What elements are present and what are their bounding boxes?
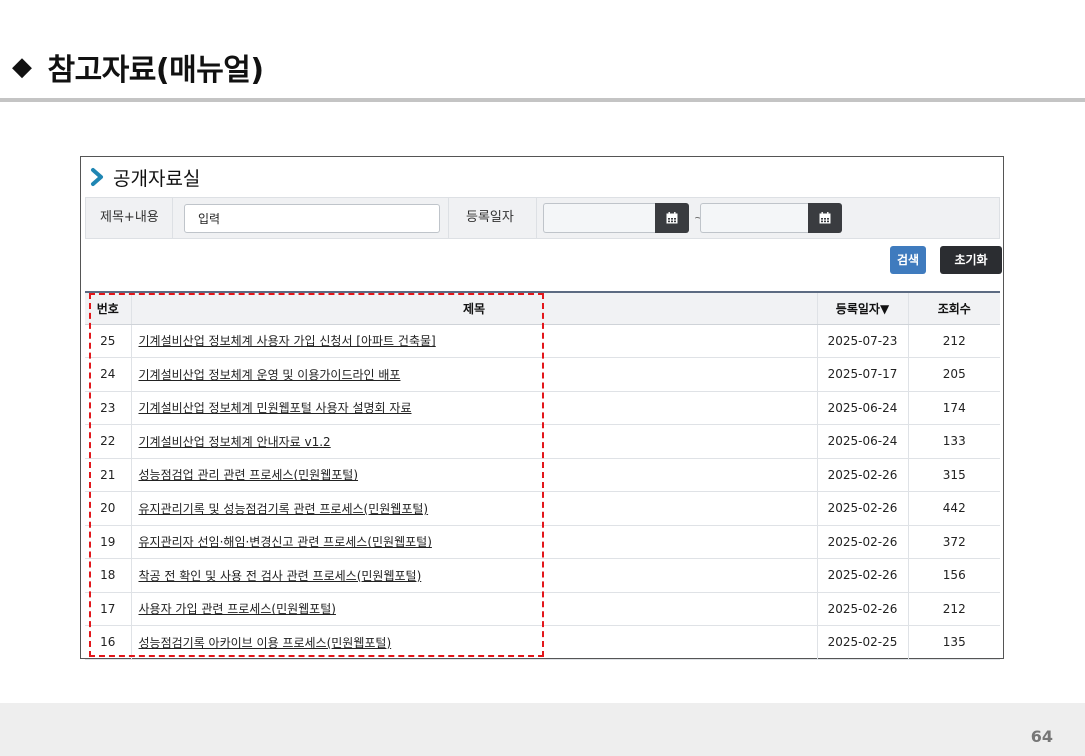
row-date: 2025-06-24 [817, 424, 909, 459]
diamond-marker: ◆ [12, 52, 32, 82]
row-views: 156 [908, 558, 1000, 593]
row-date: 2025-07-23 [817, 324, 909, 358]
table-row: 21 성능점검업 관리 관련 프로세스(민원웹포털) 2025-02-26 31… [85, 458, 1000, 492]
row-number: 18 [85, 558, 132, 593]
table-row: 19 유지관리자 선임·해임·변경신고 관련 프로세스(민원웹포털) 2025-… [85, 525, 1000, 559]
row-views: 205 [908, 357, 1000, 392]
slide-footer: 64 [0, 703, 1085, 756]
chevron-right-icon [91, 168, 103, 186]
table-row: 17 사용자 가입 관련 프로세스(민원웹포털) 2025-02-26 212 [85, 592, 1000, 626]
slide-title: ◆ 참고자료(매뉴얼) [12, 42, 264, 92]
row-number: 25 [85, 324, 132, 358]
row-title-link[interactable]: 성능점검기록 아카이브 이용 프로세스(민원웹포털) [139, 636, 392, 650]
table-row: 20 유지관리기록 및 성능점검기록 관련 프로세스(민원웹포털) 2025-0… [85, 491, 1000, 526]
table-row: 16 성능점검기록 아카이브 이용 프로세스(민원웹포털) 2025-02-25… [85, 625, 1000, 660]
row-number: 23 [85, 391, 132, 425]
reset-button[interactable]: 초기화 [940, 246, 1002, 274]
table-header-row: 번호 제목 등록일자▼ 조회수 [85, 293, 1000, 325]
row-title-link[interactable]: 유지관리기록 및 성능점검기록 관련 프로세스(민원웹포털) [139, 502, 429, 516]
row-date: 2025-02-26 [817, 458, 909, 492]
row-date: 2025-02-25 [817, 625, 909, 660]
row-date: 2025-02-26 [817, 491, 909, 526]
date-from-input[interactable] [543, 203, 655, 233]
row-number: 17 [85, 592, 132, 626]
date-to-calendar-button[interactable] [808, 203, 842, 233]
row-views: 372 [908, 525, 1000, 559]
row-number: 22 [85, 424, 132, 459]
page-number: 64 [1030, 727, 1053, 746]
row-date: 2025-02-26 [817, 558, 909, 593]
row-title-link[interactable]: 기계설비산업 정보체계 민원웹포털 사용자 설명회 자료 [139, 401, 412, 415]
row-title-link[interactable]: 기계설비산업 정보체계 운영 및 이용가이드라인 배포 [139, 368, 401, 382]
row-title-link[interactable]: 유지관리자 선임·해임·변경신고 관련 프로세스(민원웹포털) [139, 535, 432, 549]
row-title-link[interactable]: 기계설비산업 정보체계 안내자료 v1.2 [139, 435, 331, 449]
row-views: 174 [908, 391, 1000, 425]
panel-title: 공개자료실 [113, 167, 201, 190]
search-bar: 제목+내용 등록일자 ~ [85, 197, 1000, 239]
row-number: 19 [85, 525, 132, 559]
table-row: 22 기계설비산업 정보체계 안내자료 v1.2 2025-06-24 133 [85, 424, 1000, 459]
divider [172, 198, 173, 238]
row-number: 24 [85, 357, 132, 392]
slide-title-text: 참고자료(매뉴얼) [47, 53, 265, 88]
table-row: 24 기계설비산업 정보체계 운영 및 이용가이드라인 배포 2025-07-1… [85, 357, 1000, 392]
row-date: 2025-02-26 [817, 525, 909, 559]
row-number: 20 [85, 491, 132, 526]
row-views: 212 [908, 592, 1000, 626]
divider [536, 198, 537, 238]
col-header-views: 조회수 [908, 293, 1000, 325]
row-views: 315 [908, 458, 1000, 492]
calendar-icon [819, 212, 831, 224]
calendar-icon [666, 212, 678, 224]
row-views: 135 [908, 625, 1000, 660]
archive-panel: 공개자료실 제목+내용 등록일자 ~ [80, 156, 1004, 660]
title-content-search-input[interactable] [184, 204, 440, 233]
table-row: 25 기계설비산업 정보체계 사용자 가입 신청서 [아파트 건축물] 2025… [85, 324, 1000, 358]
divider [448, 198, 449, 238]
panel-header: 공개자료실 [87, 163, 200, 191]
row-views: 442 [908, 491, 1000, 526]
archive-table: 번호 제목 등록일자▼ 조회수 25 기계설비산업 정보체계 사용자 가입 신청… [85, 293, 1000, 660]
row-date: 2025-06-24 [817, 391, 909, 425]
col-header-title: 제목 [131, 293, 818, 325]
row-views: 212 [908, 324, 1000, 358]
row-number: 21 [85, 458, 132, 492]
col-header-date[interactable]: 등록일자▼ [817, 293, 909, 325]
row-title-link[interactable]: 착공 전 확인 및 사용 전 검사 관련 프로세스(민원웹포털) [139, 569, 422, 583]
date-to-input[interactable] [700, 203, 812, 233]
row-number: 16 [85, 625, 132, 660]
table-row: 23 기계설비산업 정보체계 민원웹포털 사용자 설명회 자료 2025-06-… [85, 391, 1000, 425]
row-date: 2025-07-17 [817, 357, 909, 392]
date-from-calendar-button[interactable] [655, 203, 689, 233]
title-content-label: 제목+내용 [100, 210, 159, 225]
row-title-link[interactable]: 성능점검업 관리 관련 프로세스(민원웹포털) [139, 468, 359, 482]
title-divider [0, 98, 1085, 102]
date-label: 등록일자 [466, 210, 514, 225]
search-button[interactable]: 검색 [890, 246, 926, 274]
row-title-link[interactable]: 기계설비산업 정보체계 사용자 가입 신청서 [아파트 건축물] [139, 334, 436, 348]
row-date: 2025-02-26 [817, 592, 909, 626]
row-views: 133 [908, 424, 1000, 459]
col-header-number: 번호 [85, 293, 132, 325]
row-title-link[interactable]: 사용자 가입 관련 프로세스(민원웹포털) [139, 602, 336, 616]
table-row: 18 착공 전 확인 및 사용 전 검사 관련 프로세스(민원웹포털) 2025… [85, 558, 1000, 593]
